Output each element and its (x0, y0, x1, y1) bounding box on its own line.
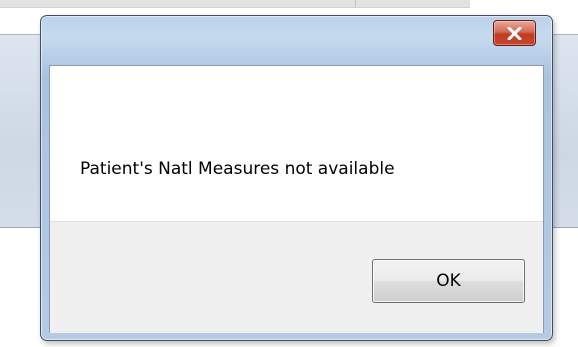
dialog-button-area: OK (50, 221, 543, 333)
screen: Patient's Natl Measures not available OK (0, 0, 578, 347)
message-dialog: Patient's Natl Measures not available OK (40, 15, 553, 341)
ok-button[interactable]: OK (372, 259, 525, 303)
dialog-titlebar[interactable] (41, 16, 552, 65)
dialog-content: Patient's Natl Measures not available OK (49, 65, 544, 333)
background-toolbar (0, 0, 470, 8)
dialog-message: Patient's Natl Measures not available (80, 159, 395, 179)
background-toolbar-divider (355, 0, 356, 7)
close-button[interactable] (493, 20, 536, 46)
